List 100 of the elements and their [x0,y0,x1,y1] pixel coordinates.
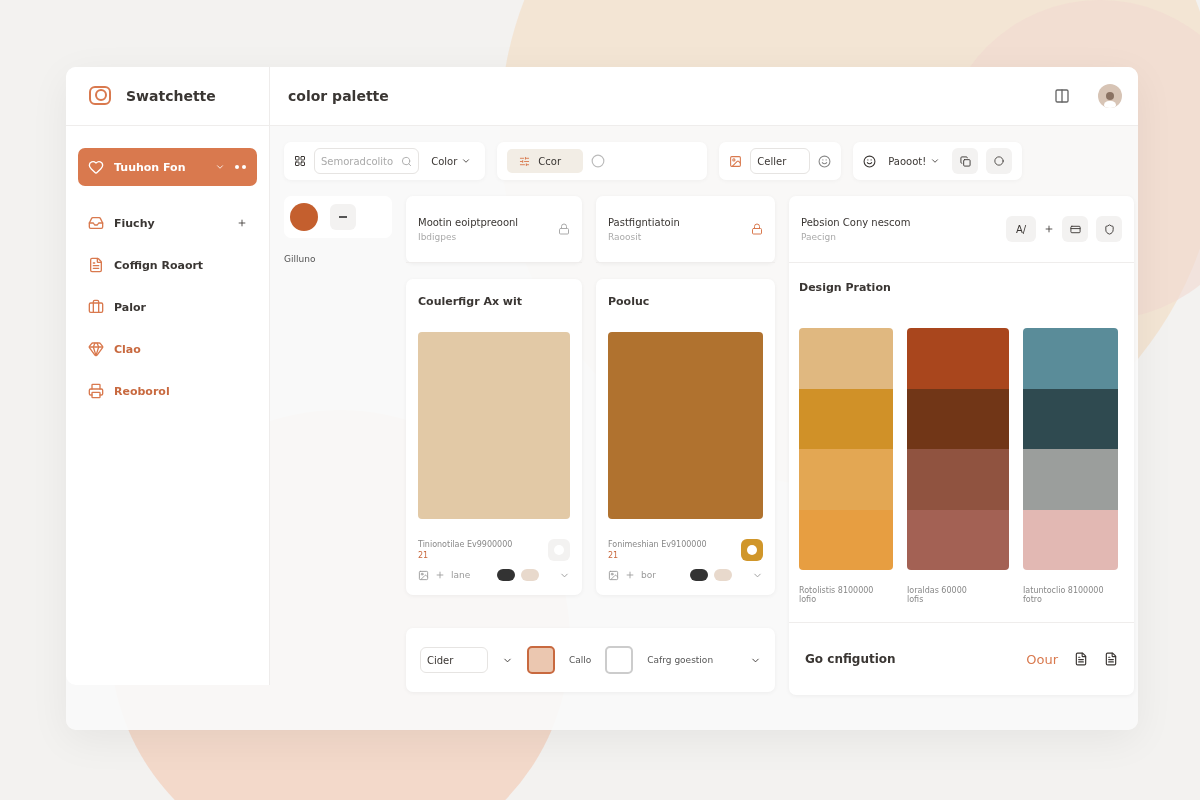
lock-icon[interactable] [751,223,763,235]
nav-icon [88,257,104,273]
card-title: Pooluc [608,295,651,308]
color-name: lofio [799,595,818,604]
color-shade[interactable] [1023,388,1118,449]
card-subtitle: Paecign [801,231,837,242]
text-field[interactable]: Celler [750,148,811,174]
checkbox[interactable] [527,646,555,674]
sidebar-item[interactable]: Reoborol [78,372,257,410]
color-shade[interactable] [799,449,893,510]
nav-label: Coffign Roaort [114,258,204,272]
color-name: lofis [907,595,925,604]
card-button[interactable] [1062,216,1088,242]
color-shade[interactable] [907,509,1009,570]
color-caption: Iatuntoclio 8100000 [1023,586,1105,595]
color-dot [290,203,318,231]
checkbox[interactable] [605,646,634,674]
face-icon[interactable] [863,154,877,168]
nav-label: Fiuchy [114,216,155,230]
color-shade[interactable] [1023,509,1118,570]
card-icon [1069,223,1081,235]
nav-label: Reoborol [114,384,170,398]
sidebar-item[interactable]: Clao [78,330,257,368]
nav-icon [88,299,104,315]
mode-pill[interactable] [497,569,515,581]
color-code: 21 [608,551,620,560]
nav-icon [88,341,104,357]
add-icon[interactable] [435,570,445,580]
remove-button[interactable] [330,204,356,230]
nav-label: Tuuhon Fon [114,160,186,174]
card-title: Mootin eoiptpreoonl [418,216,520,228]
color-shade[interactable] [1023,328,1118,389]
palette-title: Design Pration [799,281,892,294]
shield-icon [1103,223,1115,235]
grid-icon[interactable] [294,155,306,167]
search-icon [401,155,413,167]
color-caption: Tinionotilae Ev9900000 [418,540,514,549]
copy-button[interactable] [952,148,979,174]
caret-icon [215,162,225,172]
sidebar-item[interactable]: Palor [78,288,257,326]
color-shade[interactable] [1023,449,1118,510]
color-dropdown[interactable]: Color [427,155,476,167]
checkbox-label: Cafrg goestion [647,655,714,665]
color-shade[interactable] [799,509,893,570]
card-subtitle: Raoosit [608,231,643,242]
color-shade[interactable] [799,388,893,449]
more-icon [235,165,247,169]
document-icon[interactable] [1074,652,1088,666]
card-title: Pebsion Cony nescom [801,216,912,228]
document-icon[interactable] [1104,652,1118,666]
swatch-label: Gilluno [284,254,317,264]
color-caption: Fonimeshian Ev9100000 [608,540,708,549]
toggle-button[interactable] [986,148,1013,174]
color-caption: Rotolistis 8100000 [799,586,875,595]
color-chip[interactable]: Ccor [507,149,584,173]
card-title: Pastfigntiatoin [608,216,681,228]
color-shade[interactable] [907,328,1009,389]
sidebar-item[interactable]: Fiuchy [78,204,257,242]
footer-label: bor [641,570,656,580]
add-icon[interactable] [625,570,635,580]
config-title: Go cnfigution [805,652,896,666]
card-subtitle: Ibdigpes [418,231,458,242]
preset-dropdown[interactable]: Paooot! [884,155,945,167]
nav-icon [88,215,104,231]
card-title: Coulerfigr Ax wit [418,295,524,308]
copy-icon [959,155,971,167]
image-icon[interactable] [418,569,429,581]
nav-label: Clao [114,342,141,356]
color-shade[interactable] [907,388,1009,449]
caret-icon [930,156,941,166]
toggle[interactable] [741,539,763,561]
mode-pill[interactable] [690,569,708,581]
layout-icon[interactable] [1054,88,1070,104]
shield-button[interactable] [1096,216,1122,242]
add-icon[interactable] [237,218,247,228]
avatar[interactable] [1098,84,1122,108]
app-name: Swatchette [126,88,216,104]
sidebar-item[interactable]: Coffign Roaort [78,246,257,284]
color-code: 21 [418,551,430,560]
caret-icon [461,156,472,166]
footer-label: lane [451,570,471,580]
minus-icon [339,216,347,218]
circle-icon [994,156,1005,166]
logo-icon [88,84,114,108]
color-shade[interactable] [907,449,1009,510]
color-name: fotro [1023,595,1043,604]
nav-label: Palor [114,300,146,314]
select-field[interactable]: Cider [420,647,488,673]
image-icon[interactable] [729,154,743,168]
nav-icon [88,383,104,399]
image-icon[interactable] [608,569,619,581]
color-shade[interactable] [799,328,893,389]
circle-icon[interactable] [591,154,606,168]
nav-icon [88,159,104,175]
add-icon[interactable] [1044,224,1054,234]
sliders-icon [519,155,531,167]
checkbox-label: Callo [569,655,592,665]
page-title: color palette [288,88,390,104]
lock-icon[interactable] [558,223,570,235]
tool-button[interactable]: A/ [1006,216,1036,242]
